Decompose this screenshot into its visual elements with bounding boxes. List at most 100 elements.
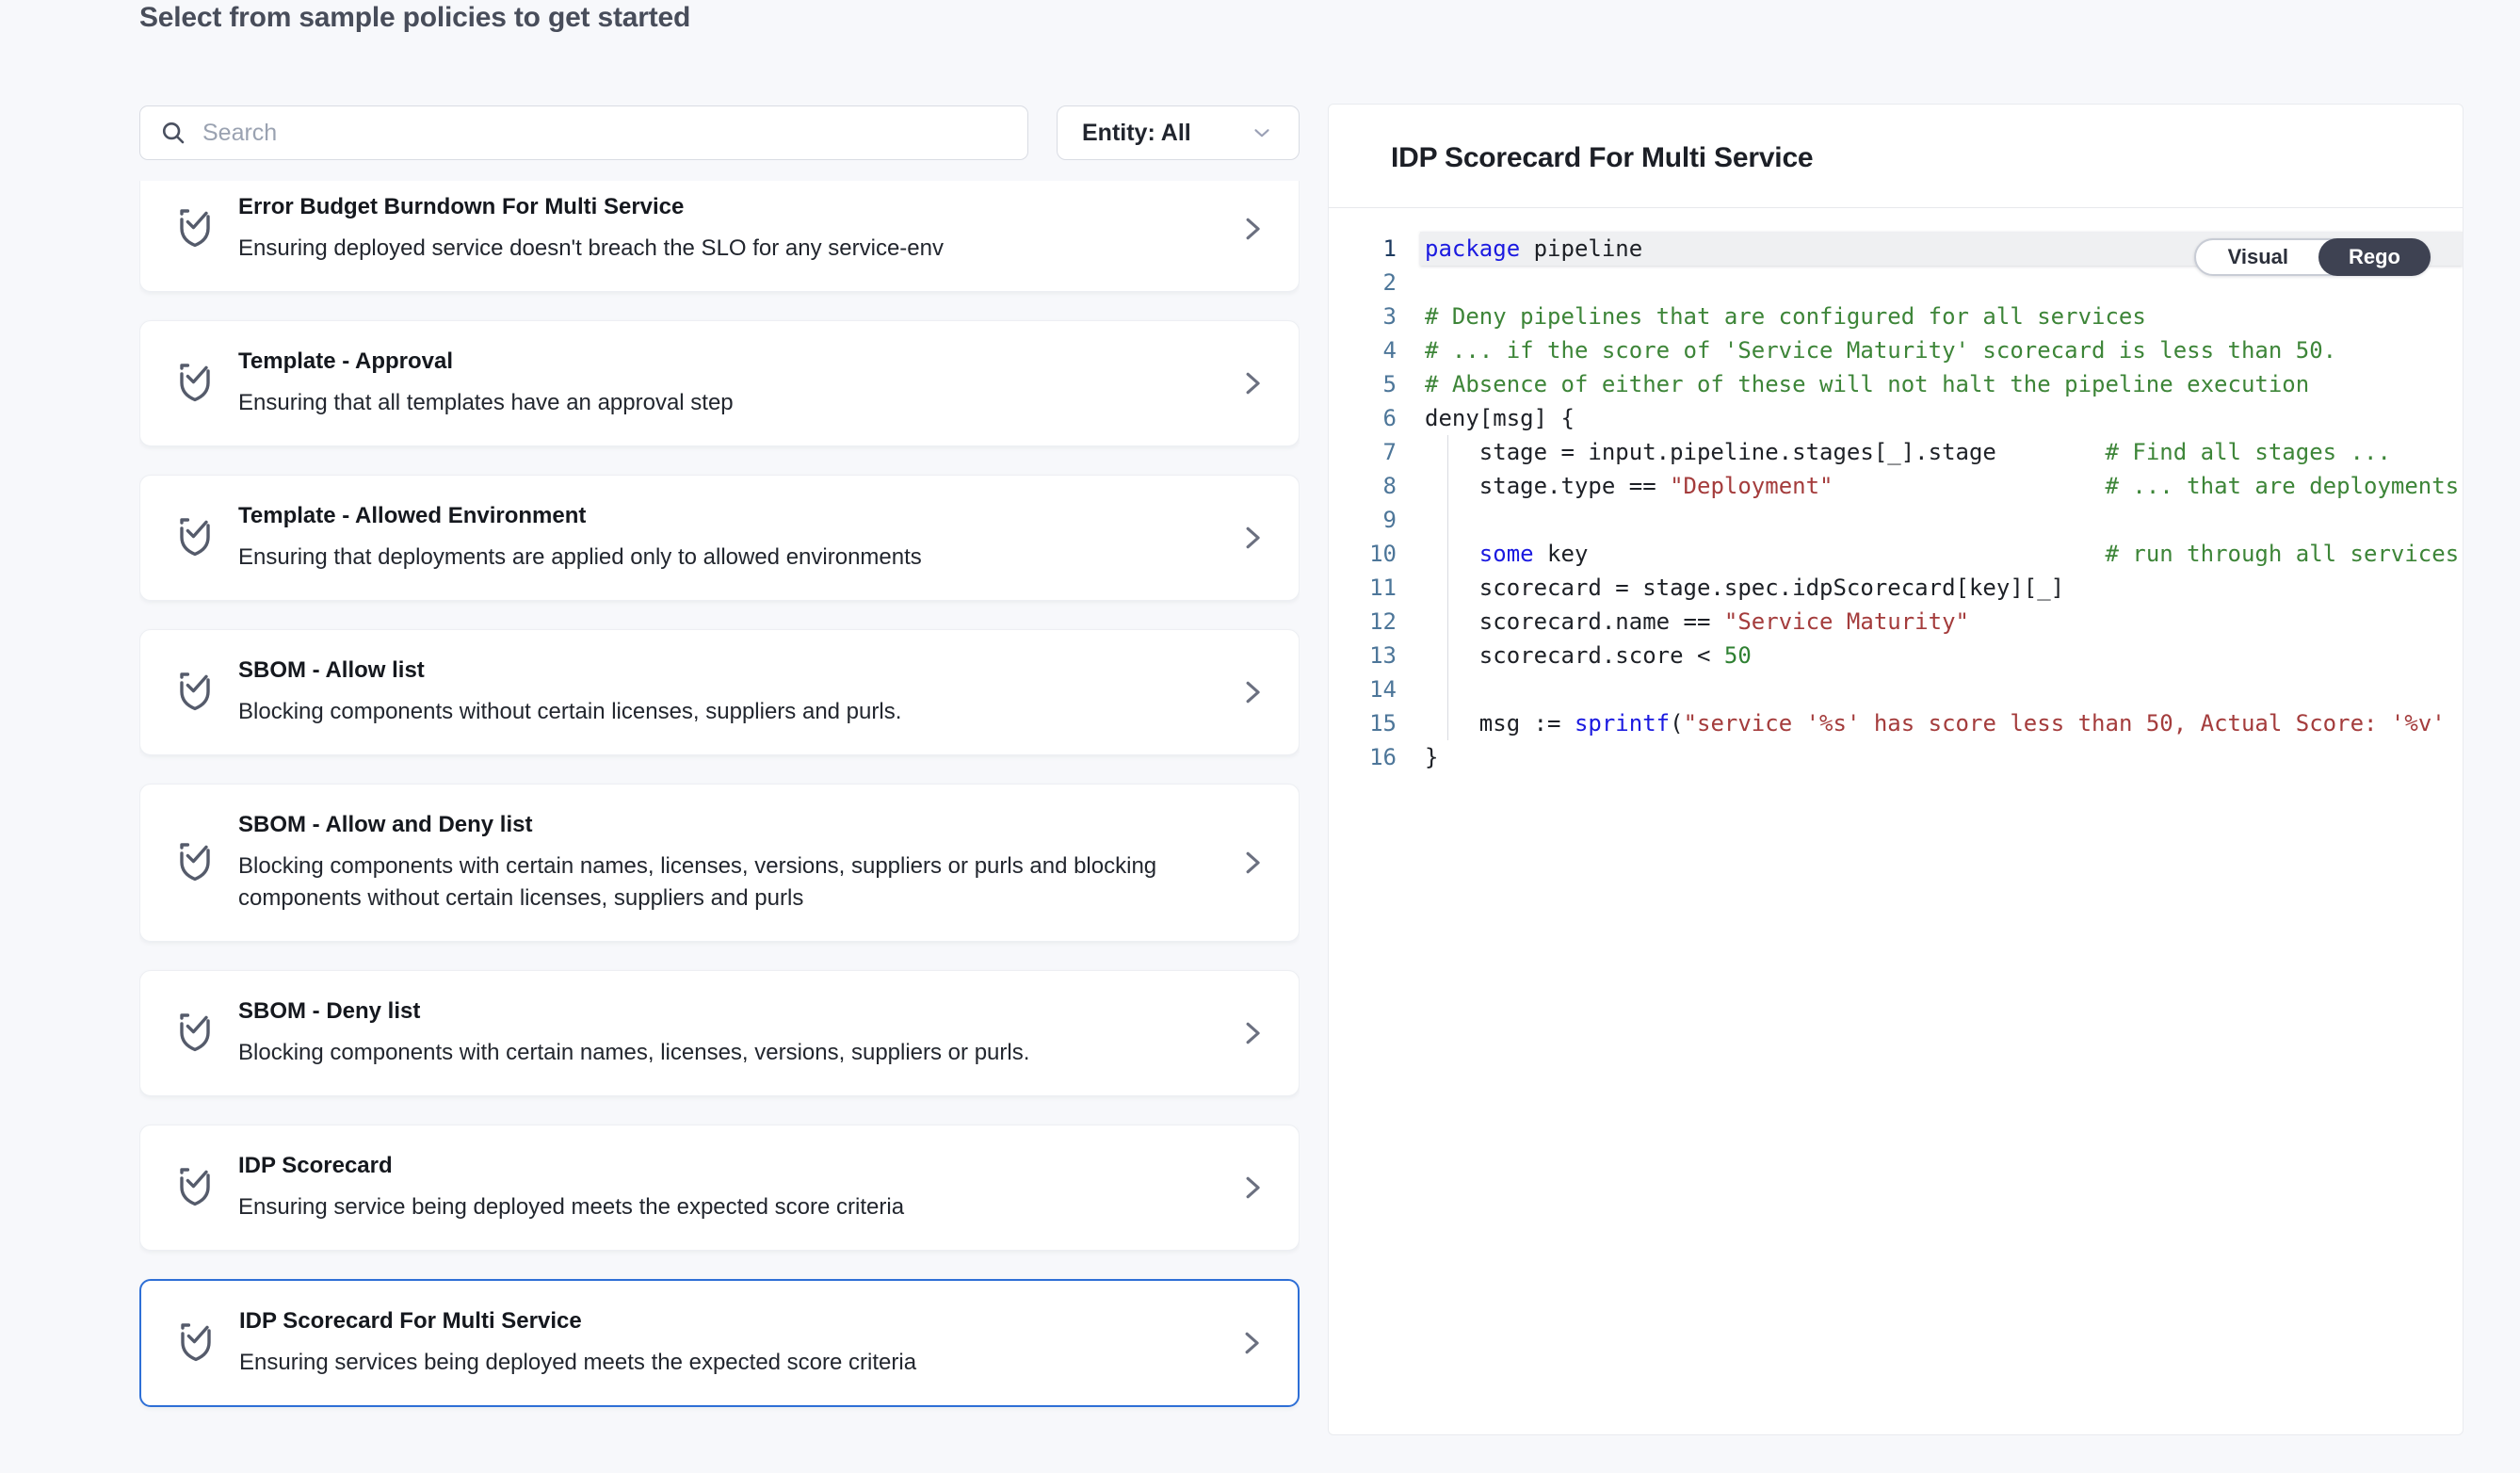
policy-detail-panel: IDP Scorecard For Multi Service 1package… <box>1328 104 2463 1435</box>
code-text: msg := sprintf("service '%s' has score l… <box>1420 706 2463 740</box>
code-line[interactable]: 4 # ... if the score of 'Service Maturity… <box>1329 333 2463 367</box>
indent-guide <box>1447 435 1448 740</box>
code-line[interactable]: 10 some key # run through all services <box>1329 537 2463 571</box>
policy-card[interactable]: IDP Scorecard Ensuring service being depl… <box>139 1125 1300 1251</box>
line-number: 3 <box>1329 299 1400 333</box>
code-line[interactable]: 14 <box>1329 672 2463 706</box>
line-number: 9 <box>1329 503 1400 537</box>
chevron-right-icon <box>1238 522 1267 554</box>
shield-check-icon <box>172 837 218 888</box>
policy-description: Ensuring services being deployed meets t… <box>239 1347 1203 1379</box>
line-number: 15 <box>1329 706 1400 740</box>
code-text: stage.type == "Deployment" # ... that ar… <box>1420 469 2463 503</box>
chevron-right-icon <box>1237 1327 1266 1359</box>
policy-title: SBOM - Allow list <box>238 656 1204 685</box>
detail-title: IDP Scorecard For Multi Service <box>1391 142 2463 174</box>
search-icon <box>159 119 187 147</box>
chevron-right-icon <box>1238 847 1267 879</box>
chevron-right-icon <box>1238 1172 1267 1204</box>
entity-filter-dropdown[interactable]: Entity: All <box>1057 105 1300 160</box>
code-text: # ... if the score of 'Service Maturity'… <box>1420 333 2463 367</box>
detail-header: IDP Scorecard For Multi Service <box>1329 105 2463 208</box>
line-number: 7 <box>1329 435 1400 469</box>
shield-check-icon <box>172 1008 218 1059</box>
shield-check-icon <box>172 358 218 409</box>
policy-card[interactable]: SBOM - Allow list Blocking components wit… <box>139 629 1300 755</box>
policy-card[interactable]: Template - Approval Ensuring that all tem… <box>139 320 1300 446</box>
code-line[interactable]: 12 scorecard.name == "Service Maturity" <box>1329 605 2463 639</box>
chevron-right-icon <box>1238 676 1267 708</box>
shield-check-icon <box>172 1162 218 1213</box>
policy-description: Blocking components with certain names, … <box>238 1037 1204 1069</box>
line-number: 6 <box>1329 401 1400 435</box>
line-number: 11 <box>1329 571 1400 605</box>
policy-description: Blocking components without certain lice… <box>238 696 1204 728</box>
line-number: 2 <box>1329 266 1400 299</box>
policy-title: Template - Approval <box>238 348 1204 376</box>
policy-title: SBOM - Allow and Deny list <box>238 811 1204 839</box>
code-text: scorecard.name == "Service Maturity" <box>1420 605 2463 639</box>
code-line[interactable]: 15 msg := sprintf("service '%s' has scor… <box>1329 706 2463 740</box>
chevron-right-icon <box>1238 1017 1267 1049</box>
line-number: 13 <box>1329 639 1400 672</box>
policy-description: Blocking components with certain names, … <box>238 850 1204 915</box>
line-number: 1 <box>1329 232 1400 266</box>
toggle-visual-button[interactable]: Visual <box>2196 240 2320 274</box>
policy-description: Ensuring deployed service doesn't breach… <box>238 233 1204 265</box>
code-text: } <box>1420 740 2463 774</box>
entity-filter-label: Entity: All <box>1082 120 1191 147</box>
policy-card[interactable]: SBOM - Deny list Blocking components with… <box>139 970 1300 1096</box>
policy-browser: Entity: All Error Budget Burndown For Mu… <box>139 0 1300 1473</box>
policy-title: Error Budget Burndown For Multi Service <box>238 193 1204 221</box>
shield-check-icon <box>173 1318 218 1368</box>
code-line[interactable]: 6 deny[msg] { <box>1329 401 2463 435</box>
policy-title: IDP Scorecard <box>238 1152 1204 1180</box>
shield-check-icon <box>172 512 218 563</box>
shield-check-icon <box>172 667 218 718</box>
policy-title: IDP Scorecard For Multi Service <box>239 1307 1203 1335</box>
line-number: 10 <box>1329 537 1400 571</box>
code-line[interactable]: 13 scorecard.score < 50 <box>1329 639 2463 672</box>
code-text: deny[msg] { <box>1420 401 2463 435</box>
policy-title: SBOM - Deny list <box>238 997 1204 1026</box>
search-box[interactable] <box>139 105 1028 160</box>
policy-card[interactable]: Error Budget Burndown For Multi Service E… <box>139 181 1300 292</box>
code-text: scorecard.score < 50 <box>1420 639 2463 672</box>
code-line[interactable]: 9 <box>1329 503 2463 537</box>
policy-description: Ensuring that all templates have an appr… <box>238 387 1204 419</box>
line-number: 4 <box>1329 333 1400 367</box>
toggle-rego-button[interactable]: Rego <box>2318 238 2431 276</box>
policy-list: Error Budget Burndown For Multi Service E… <box>139 181 1300 1433</box>
code-text: some key # run through all services <box>1420 537 2463 571</box>
line-number: 16 <box>1329 740 1400 774</box>
line-number: 5 <box>1329 367 1400 401</box>
policy-description: Ensuring service being deployed meets th… <box>238 1191 1204 1223</box>
code-editor[interactable]: 1package pipeline23# Deny pipelines that… <box>1329 208 2463 1434</box>
search-input[interactable] <box>202 120 1009 147</box>
code-text <box>1420 672 2463 706</box>
code-text: scorecard = stage.spec.idpScorecard[key]… <box>1420 571 2463 605</box>
policy-title: Template - Allowed Environment <box>238 502 1204 530</box>
code-text <box>1420 503 2463 537</box>
code-text: stage = input.pipeline.stages[_].stage #… <box>1420 435 2463 469</box>
line-number: 8 <box>1329 469 1400 503</box>
code-line[interactable]: 7 stage = input.pipeline.stages[_].stage… <box>1329 435 2463 469</box>
chevron-down-icon <box>1250 121 1274 145</box>
code-line[interactable]: 5 # Absence of either of these will not h… <box>1329 367 2463 401</box>
code-line[interactable]: 16} <box>1329 740 2463 774</box>
line-number: 14 <box>1329 672 1400 706</box>
code-line[interactable]: 8 stage.type == "Deployment" # ... that … <box>1329 469 2463 503</box>
policy-card[interactable]: Template - Allowed Environment Ensuring t… <box>139 475 1300 601</box>
shield-check-icon <box>172 203 218 254</box>
code-text: # Deny pipelines that are configured for… <box>1420 299 2463 333</box>
policy-card[interactable]: IDP Scorecard For Multi Service Ensuring … <box>139 1279 1300 1407</box>
chevron-right-icon <box>1238 367 1267 399</box>
chevron-right-icon <box>1238 213 1267 245</box>
policy-card[interactable]: SBOM - Allow and Deny list Blocking compo… <box>139 784 1300 942</box>
code-line[interactable]: 3 # Deny pipelines that are configured fo… <box>1329 299 2463 333</box>
policy-description: Ensuring that deployments are applied on… <box>238 542 1204 574</box>
code-text: # Absence of either of these will not ha… <box>1420 367 2463 401</box>
code-line[interactable]: 11 scorecard = stage.spec.idpScorecard[k… <box>1329 571 2463 605</box>
line-number: 12 <box>1329 605 1400 639</box>
view-mode-toggle: Visual Rego <box>2194 238 2431 276</box>
